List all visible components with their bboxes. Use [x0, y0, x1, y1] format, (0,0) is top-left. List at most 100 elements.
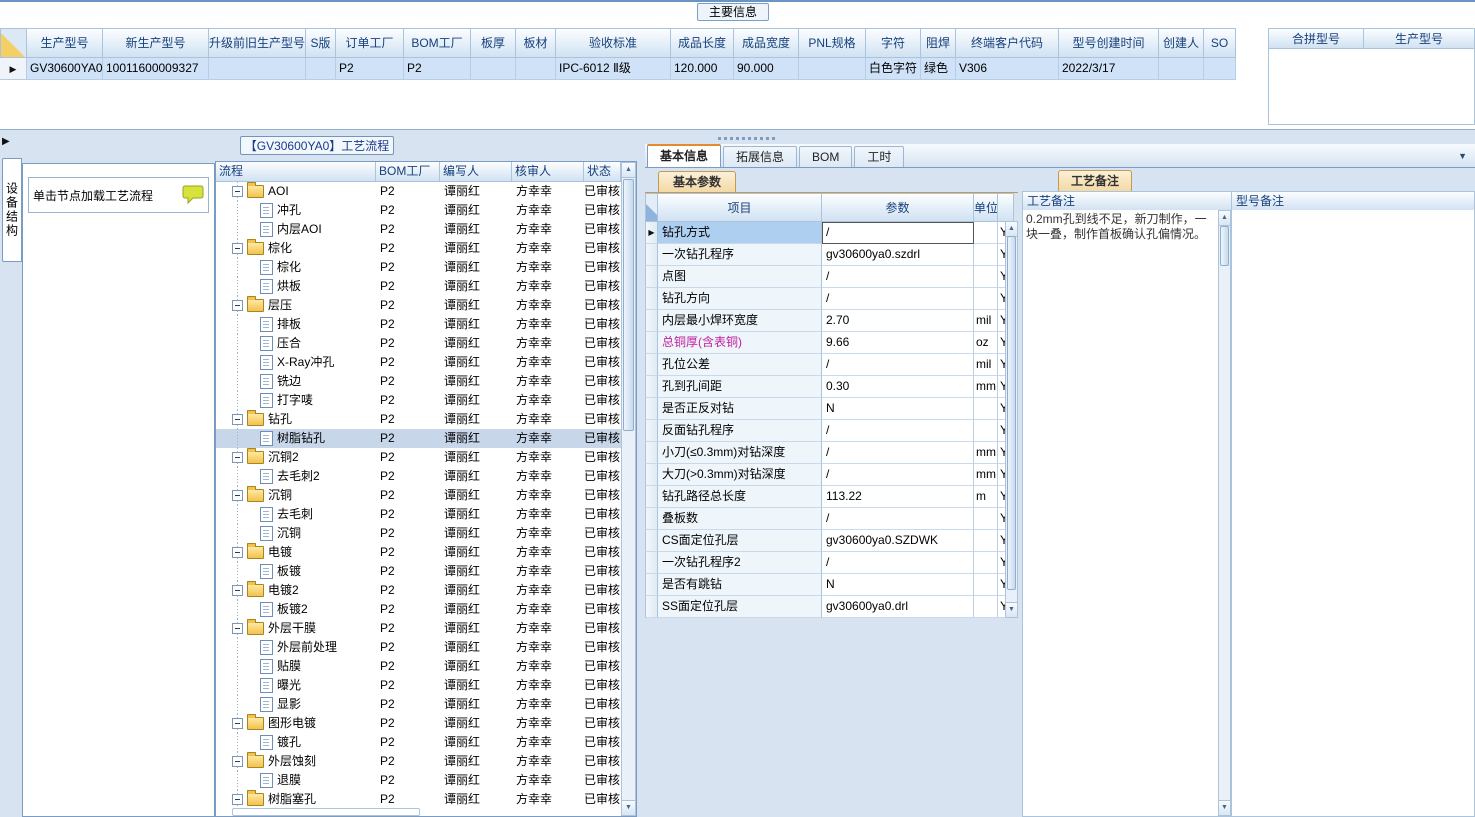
scroll-down-icon[interactable]: ▼ — [1219, 800, 1230, 815]
tree-row[interactable]: 电镀2 P2 谭丽红 方幸幸 已审核 — [216, 581, 621, 600]
process-cell[interactable]: X-Ray冲孔 — [216, 353, 376, 372]
column-header[interactable]: 状态 — [584, 162, 621, 182]
param-value-cell[interactable]: / — [822, 222, 974, 244]
column-header[interactable]: 项目 — [658, 193, 822, 222]
collapse-icon[interactable] — [232, 718, 243, 729]
process-cell[interactable]: 沉铜 — [216, 486, 376, 505]
column-header[interactable]: SO — [1204, 28, 1236, 58]
tree-row[interactable]: 内层AOI P2 谭丽红 方幸幸 已审核 — [216, 220, 621, 239]
main-grid-cell[interactable]: P2 — [336, 58, 404, 80]
main-grid-cell[interactable] — [516, 58, 556, 80]
tree-row[interactable]: 冲孔 P2 谭丽红 方幸幸 已审核 — [216, 201, 621, 220]
main-grid-cell[interactable] — [471, 58, 516, 80]
tree-row[interactable]: 退膜 P2 谭丽红 方幸幸 已审核 — [216, 771, 621, 790]
main-grid-cell[interactable]: 绿色 — [921, 58, 956, 80]
tree-row[interactable]: 沉铜2 P2 谭丽红 方幸幸 已审核 — [216, 448, 621, 467]
tree-row[interactable]: 排板 P2 谭丽红 方幸幸 已审核 — [216, 315, 621, 334]
process-cell[interactable]: 内层AOI — [216, 220, 376, 239]
param-value-cell[interactable]: 9.66 — [822, 332, 974, 354]
tree-row[interactable]: 树脂钻孔 P2 谭丽红 方幸幸 已审核 — [216, 429, 621, 448]
param-value-cell[interactable]: / — [822, 420, 974, 442]
param-row[interactable]: SS面定位孔层 gv30600ya0.drl Y — [645, 596, 1018, 618]
param-value-cell[interactable]: 113.22 — [822, 486, 974, 508]
collapse-icon[interactable] — [232, 414, 243, 425]
collapse-icon[interactable] — [232, 490, 243, 501]
process-cell[interactable]: 压合 — [216, 334, 376, 353]
tree-row[interactable]: 层压 P2 谭丽红 方幸幸 已审核 — [216, 296, 621, 315]
main-grid-row[interactable]: ▶ GV30600YA0 10011600009327 P2 P2 IPC-6012 Ⅱ级… — [0, 58, 1236, 80]
process-cell[interactable]: 去毛刺2 — [216, 467, 376, 486]
scroll-down-icon[interactable]: ▼ — [622, 800, 635, 815]
column-header[interactable]: S版 — [306, 28, 336, 58]
splitter-handle[interactable] — [718, 137, 776, 140]
process-cell[interactable]: 层压 — [216, 296, 376, 315]
main-grid-cell[interactable]: V306 — [956, 58, 1059, 80]
process-cell[interactable]: 外层蚀刻 — [216, 752, 376, 771]
collapse-icon[interactable] — [232, 243, 243, 254]
tree-row[interactable]: 沉铜 P2 谭丽红 方幸幸 已审核 — [216, 524, 621, 543]
process-cell[interactable]: 电镀2 — [216, 581, 376, 600]
param-row[interactable]: 一次钻孔程序 gv30600ya0.szdrl Y — [645, 244, 1018, 266]
column-header[interactable]: 型号创建时间 — [1059, 28, 1159, 58]
process-cell[interactable]: 退膜 — [216, 771, 376, 790]
main-grid-cell[interactable]: 白色字符 — [866, 58, 921, 80]
process-cell[interactable]: 曝光 — [216, 676, 376, 695]
collapse-icon[interactable] — [232, 452, 243, 463]
column-header[interactable]: BOM工厂 — [376, 162, 440, 182]
detail-tab[interactable]: 工时 — [854, 146, 905, 167]
scroll-thumb[interactable] — [1220, 226, 1229, 266]
column-header[interactable]: 订单工厂 — [336, 28, 404, 58]
param-row[interactable]: 点图 / Y — [645, 266, 1018, 288]
param-value-cell[interactable]: / — [822, 442, 974, 464]
collapse-icon[interactable] — [232, 186, 243, 197]
tree-row[interactable]: 钻孔 P2 谭丽红 方幸幸 已审核 — [216, 410, 621, 429]
note-scrollbar[interactable]: ▲ ▼ — [1218, 210, 1231, 816]
params-scrollbar[interactable]: ▲ ▼ — [1005, 221, 1018, 618]
column-header[interactable]: 生产型号 — [1364, 28, 1475, 49]
scroll-down-icon[interactable]: ▼ — [1006, 602, 1017, 617]
process-cell[interactable]: 去毛刺 — [216, 505, 376, 524]
tree-row[interactable]: 外层干膜 P2 谭丽红 方幸幸 已审核 — [216, 619, 621, 638]
column-header[interactable]: 阻焊 — [921, 28, 956, 58]
column-header[interactable]: 核审人 — [512, 162, 584, 182]
process-cell[interactable]: 烘板 — [216, 277, 376, 296]
model-note-cell[interactable] — [1231, 210, 1475, 817]
scroll-up-icon[interactable]: ▲ — [1006, 222, 1017, 237]
param-value-cell[interactable]: gv30600ya0.SZDWK — [822, 530, 974, 552]
process-cell[interactable]: 外层前处理 — [216, 638, 376, 657]
main-grid-cell[interactable] — [306, 58, 336, 80]
param-row[interactable]: 总铜厚(含表铜) 9.66 oz Y — [645, 332, 1018, 354]
column-header[interactable]: 编写人 — [440, 162, 512, 182]
param-row[interactable]: 一次钻孔程序2/Y — [645, 552, 1018, 574]
param-value-cell[interactable]: / — [822, 464, 974, 486]
param-row[interactable]: CS面定位孔层 gv30600ya0.SZDWK Y — [645, 530, 1018, 552]
process-cell[interactable]: 显影 — [216, 695, 376, 714]
param-value-cell[interactable]: / — [822, 288, 974, 310]
tree-row[interactable]: 镀孔 P2 谭丽红 方幸幸 已审核 — [216, 733, 621, 752]
process-cell[interactable]: 棕化 — [216, 239, 376, 258]
collapse-icon[interactable] — [232, 585, 243, 596]
process-cell[interactable]: 外层干膜 — [216, 619, 376, 638]
detail-tab[interactable]: 拓展信息 — [723, 146, 798, 167]
process-note-cell[interactable]: 0.2mm孔到线不足，新刀制作，一块一叠，制作首板确认孔偏情况。 ▲ ▼ — [1022, 210, 1232, 817]
main-grid-cell[interactable]: P2 — [404, 58, 471, 80]
splitter-left[interactable] — [637, 161, 645, 817]
process-cell[interactable]: 排板 — [216, 315, 376, 334]
column-header[interactable]: 终端客户代码 — [956, 28, 1059, 58]
column-header[interactable]: 创建人 — [1159, 28, 1204, 58]
collapse-icon[interactable] — [232, 756, 243, 767]
detail-tab[interactable]: BOM — [799, 146, 853, 167]
param-row[interactable]: 叠板数 / Y — [645, 508, 1018, 530]
select-all-cell[interactable] — [645, 193, 658, 222]
process-cell[interactable]: 电镀 — [216, 543, 376, 562]
column-header[interactable]: 字符 — [866, 28, 921, 58]
tree-row[interactable]: 棕化 P2 谭丽红 方幸幸 已审核 — [216, 239, 621, 258]
param-value-cell[interactable]: 0.30 — [822, 376, 974, 398]
column-header[interactable]: 板厚 — [471, 28, 516, 58]
tree-row[interactable]: 板镀2 P2 谭丽红 方幸幸 已审核 — [216, 600, 621, 619]
dock-arrow-icon[interactable]: ▶ — [2, 136, 10, 147]
main-grid-cell[interactable] — [1159, 58, 1204, 80]
tree-scrollbar[interactable]: ▲ ▼ — [621, 162, 636, 816]
tree-horizontal-scrollbar[interactable] — [232, 808, 420, 816]
column-header[interactable]: 板材 — [516, 28, 556, 58]
